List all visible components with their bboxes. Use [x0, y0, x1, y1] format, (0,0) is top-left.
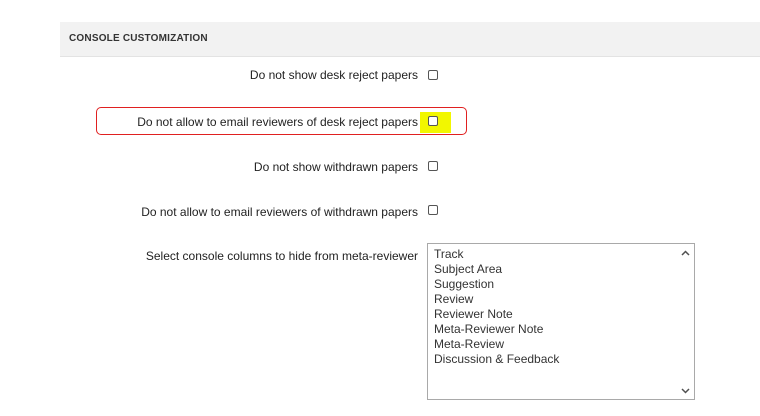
- section-title: CONSOLE CUSTOMIZATION: [69, 33, 208, 44]
- checkbox-no-withdrawn[interactable]: [428, 161, 438, 171]
- setting-label-no-email-desk-reject: Do not allow to email reviewers of desk …: [137, 115, 418, 129]
- hide-columns-label: Select console columns to hide from meta…: [145, 249, 418, 263]
- listbox-scrollbar[interactable]: [677, 244, 694, 399]
- list-option-track[interactable]: Track: [434, 247, 559, 262]
- list-option-suggestion[interactable]: Suggestion: [434, 277, 559, 292]
- setting-label-no-withdrawn: Do not show withdrawn papers: [253, 160, 418, 174]
- setting-label-no-desk-reject: Do not show desk reject papers: [249, 68, 418, 82]
- list-option-reviewer-note[interactable]: Reviewer Note: [434, 307, 559, 322]
- hide-columns-listbox[interactable]: Track Subject Area Suggestion Review Rev…: [427, 243, 695, 400]
- list-option-discussion-feedback[interactable]: Discussion & Feedback: [434, 352, 559, 367]
- checkbox-no-email-desk-reject[interactable]: [428, 116, 438, 126]
- setting-label-no-email-withdrawn: Do not allow to email reviewers of withd…: [141, 205, 418, 219]
- list-option-subject-area[interactable]: Subject Area: [434, 262, 559, 277]
- list-option-meta-review[interactable]: Meta-Review: [434, 337, 559, 352]
- listbox-options: Track Subject Area Suggestion Review Rev…: [434, 247, 559, 367]
- section-header: CONSOLE CUSTOMIZATION: [60, 22, 760, 57]
- checkbox-no-email-withdrawn[interactable]: [428, 205, 438, 215]
- list-option-review[interactable]: Review: [434, 292, 559, 307]
- checkbox-no-desk-reject[interactable]: [428, 70, 438, 80]
- list-option-meta-reviewer-note[interactable]: Meta-Reviewer Note: [434, 322, 559, 337]
- chevron-down-icon[interactable]: [677, 382, 694, 399]
- chevron-up-icon[interactable]: [677, 244, 694, 261]
